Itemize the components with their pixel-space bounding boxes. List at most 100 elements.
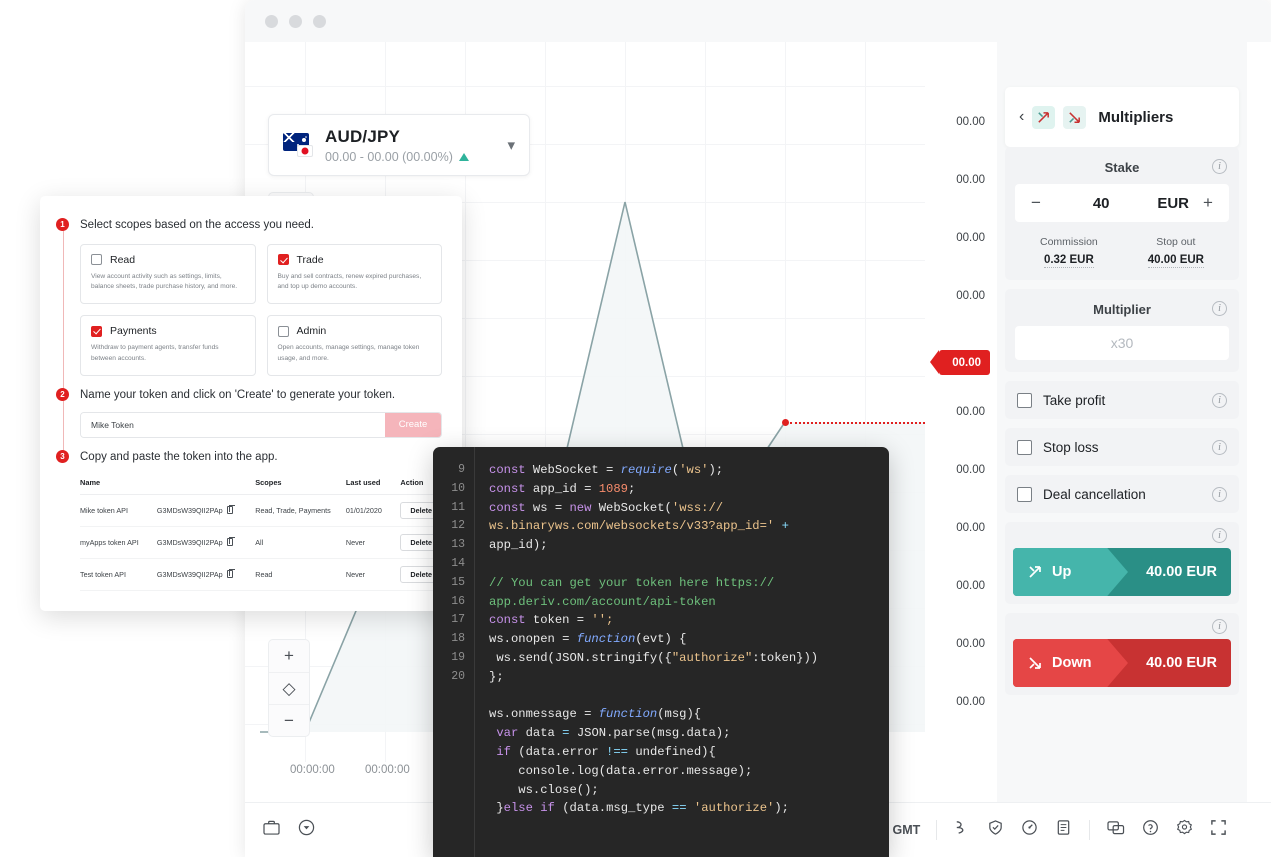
copy-icon[interactable]	[226, 537, 236, 546]
stake-group: i Stake − 40 EUR + Commission 0.32 EUR S…	[1005, 147, 1239, 280]
line-number: 11	[451, 500, 465, 514]
up-arrow-icon	[1029, 566, 1041, 578]
stake-input-row[interactable]: − 40 EUR +	[1015, 184, 1229, 222]
take-profit-label: Take profit	[1043, 392, 1106, 408]
settings-icon[interactable]	[1176, 819, 1193, 841]
table-row: myApps token API G3MDsW39QII2PAp All Nev…	[80, 526, 442, 559]
y-axis-tick: 00.00	[956, 232, 985, 244]
token-value: G3MDsW39QII2PAp	[156, 505, 223, 515]
deal-cancellation-row[interactable]: Deal cancellation i	[1005, 475, 1239, 513]
speedometer-icon[interactable]	[1021, 819, 1038, 841]
shield-check-icon[interactable]	[987, 819, 1004, 841]
col-scopes: Scopes	[255, 472, 346, 495]
chart-current-dot	[782, 419, 789, 426]
window-close-dot[interactable]	[265, 14, 278, 28]
chart-price-dotted-line	[790, 422, 925, 424]
scope-read-checkbox[interactable]	[91, 254, 102, 266]
commission-block: Commission 0.32 EUR	[1040, 232, 1098, 268]
chart-zoom-controls[interactable]: + ◇ −	[268, 639, 310, 737]
briefcase-icon[interactable]	[263, 820, 280, 840]
draw-icon[interactable]	[953, 819, 970, 841]
copy-icon[interactable]	[226, 505, 236, 514]
row-token[interactable]: G3MDsW39QII2PAp	[156, 494, 256, 527]
create-token-button[interactable]: Create	[385, 412, 441, 437]
symbol-quote: 00.00 - 00.00 (00.00%)	[325, 150, 495, 164]
symbol-selector[interactable]: AUD/JPY 00.00 - 00.00 (00.00%) ▾	[268, 114, 530, 176]
screenshot-root: AUD/JPY 00.00 - 00.00 (00.00%) ▾ 30M	[0, 0, 1271, 857]
back-chevron-icon[interactable]: ‹	[1019, 108, 1024, 126]
stake-increment-button[interactable]: +	[1199, 193, 1217, 213]
scope-card-trade[interactable]: Trade Buy and sell contracts, renew expi…	[266, 243, 442, 305]
scope-card-read[interactable]: Read View account activity such as setti…	[80, 243, 256, 305]
code-editor-panel[interactable]: 9 10 11 12 13 14 15 16 17 18 19 20 const…	[433, 447, 889, 857]
scope-admin-checkbox[interactable]	[277, 325, 289, 337]
stake-info-icon[interactable]: i	[1212, 159, 1227, 174]
trade-down-button[interactable]: Down 40.00 EUR	[1013, 639, 1231, 687]
deal-cancellation-info-icon[interactable]: i	[1212, 486, 1227, 502]
window-minimize-dot[interactable]	[289, 14, 302, 28]
fullscreen-icon[interactable]	[1210, 819, 1227, 841]
token-name-row: Mike Token Create	[80, 411, 442, 438]
trade-down-info-icon[interactable]: i	[1212, 619, 1227, 634]
scope-card-admin[interactable]: Admin Open accounts, manage settings, ma…	[266, 315, 442, 376]
flag-pair-icon	[283, 133, 313, 157]
y-axis-tick: 00.00	[956, 464, 985, 476]
toolbar-divider	[1089, 820, 1091, 840]
take-profit-row[interactable]: Take profit i	[1005, 381, 1239, 419]
multipliers-title: Multipliers	[1098, 108, 1174, 126]
zoom-reset-button[interactable]: ◇	[269, 672, 309, 704]
multiplier-input[interactable]: x30	[1015, 326, 1229, 360]
y-axis-tick: 00.00	[956, 522, 985, 534]
token-table: Name Scopes Last used Action Mike token …	[80, 472, 442, 591]
scope-payments-checkbox[interactable]	[91, 325, 102, 337]
stake-decrement-button[interactable]: −	[1027, 193, 1045, 213]
scope-read-label: Read	[110, 253, 136, 266]
arrow-down-right-icon	[1063, 105, 1087, 129]
trade-up-info-icon[interactable]: i	[1212, 528, 1227, 543]
token-step-1: 1 Select scopes based on the access you …	[56, 218, 442, 390]
row-scopes: Read	[255, 558, 346, 591]
line-number: 16	[451, 594, 465, 608]
y-axis-tick: 00.00	[956, 580, 985, 592]
stopout-label: Stop out	[1156, 236, 1196, 248]
stake-value[interactable]: 40	[1045, 195, 1157, 212]
zoom-in-button[interactable]: +	[269, 640, 309, 672]
table-row: Mike token API G3MDsW39QII2PAp Read, Tra…	[80, 494, 442, 527]
chat-icon[interactable]	[1107, 820, 1125, 841]
code-content[interactable]: const WebSocket = require('ws'); const a…	[475, 447, 889, 857]
col-token	[156, 472, 256, 495]
trade-up-button[interactable]: Up 40.00 EUR	[1013, 548, 1231, 596]
api-token-dialog: 1 Select scopes based on the access you …	[40, 196, 462, 611]
stopout-value: 40.00 EUR	[1147, 254, 1204, 268]
indicators-icon[interactable]	[1055, 819, 1072, 841]
scope-trade-desc: Buy and sell contracts, renew expired pu…	[277, 272, 422, 291]
trade-down-amount: 40.00 EUR	[1146, 655, 1217, 671]
circle-down-icon[interactable]	[298, 819, 315, 841]
multiplier-info-icon[interactable]: i	[1212, 301, 1227, 316]
copy-icon[interactable]	[226, 569, 236, 578]
take-profit-info-icon[interactable]: i	[1212, 392, 1227, 408]
stop-loss-info-icon[interactable]: i	[1212, 439, 1227, 455]
scope-trade-checkbox[interactable]	[277, 254, 289, 266]
table-header-row: Name Scopes Last used Action	[80, 472, 442, 495]
scope-card-payments[interactable]: Payments Withdraw to payment agents, tra…	[80, 315, 256, 376]
row-token[interactable]: G3MDsW39QII2PAp	[156, 526, 256, 559]
scope-grid: Read View account activity such as setti…	[80, 243, 442, 376]
toolbar-divider	[936, 820, 938, 840]
help-icon[interactable]	[1142, 819, 1159, 841]
take-profit-checkbox[interactable]	[1017, 392, 1032, 408]
stop-loss-checkbox[interactable]	[1017, 439, 1032, 455]
deal-cancellation-checkbox[interactable]	[1017, 486, 1032, 502]
line-number: 19	[451, 650, 465, 664]
stop-loss-row[interactable]: Stop loss i	[1005, 428, 1239, 466]
stopout-block: Stop out 40.00 EUR	[1147, 232, 1204, 268]
token-name-input[interactable]: Mike Token	[81, 412, 385, 437]
zoom-out-button[interactable]: −	[269, 704, 309, 736]
y-axis-tick: 00.00	[956, 174, 985, 186]
row-token[interactable]: G3MDsW39QII2PAp	[156, 558, 256, 591]
window-maximize-dot[interactable]	[313, 14, 326, 28]
chevron-down-icon[interactable]: ▾	[507, 136, 515, 154]
scope-admin-label: Admin	[296, 325, 327, 338]
y-axis-tick: 00.00	[956, 290, 985, 302]
y-axis-tick: 00.00	[956, 406, 985, 418]
